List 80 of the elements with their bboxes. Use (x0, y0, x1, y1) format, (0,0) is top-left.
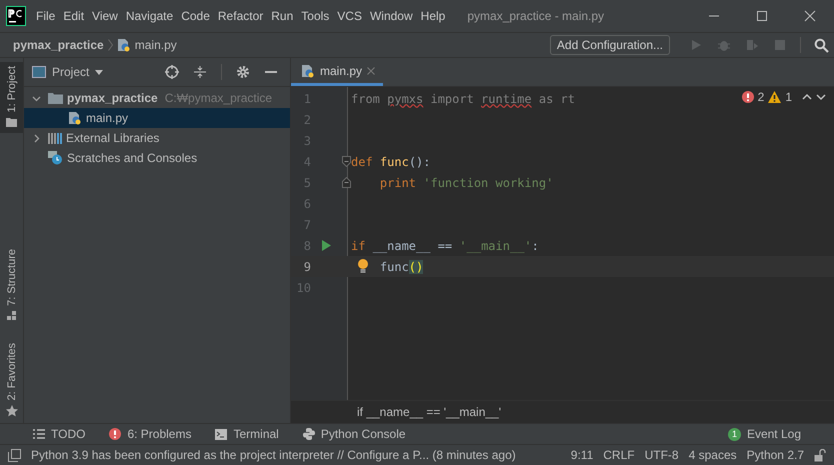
menu-item[interactable]: Code (181, 9, 210, 23)
fold-icon[interactable] (342, 156, 350, 167)
star-icon (6, 405, 18, 417)
breadcrumb-file[interactable]: main.py (134, 38, 177, 52)
fold-icon[interactable] (342, 177, 350, 188)
project-tool-tab[interactable]: 1: Project (0, 62, 23, 134)
line-number: 9 (302, 260, 311, 274)
event-log-button[interactable]: 1 Event Log (728, 427, 801, 441)
search-icon[interactable] (814, 38, 829, 52)
tool-window-button[interactable]: TODO (33, 427, 86, 441)
tree-toggle-icon[interactable] (32, 134, 41, 142)
status-item[interactable]: 9:11 (570, 448, 594, 462)
folder-icon (48, 92, 63, 104)
warning-count: 1 (785, 90, 792, 104)
code-line: if __name__ == '__main__': (351, 238, 539, 252)
tool-window-button[interactable]: Python Console (302, 427, 406, 441)
dropdown-caret-icon[interactable] (95, 70, 104, 74)
code-line: from pymxs import runtime as rt (351, 92, 575, 106)
menu-item[interactable]: Window (370, 9, 413, 23)
collapse-all-icon[interactable] (193, 65, 207, 79)
menu-item[interactable]: Run (271, 9, 294, 23)
maximize-icon[interactable] (756, 10, 768, 22)
python-file-icon (301, 64, 315, 78)
structure-tool-tab[interactable]: 7: Structure (0, 245, 23, 328)
favorites-tool-tab[interactable]: 2: Favorites (0, 338, 23, 423)
menu-item[interactable]: Help (420, 9, 446, 23)
code-line: func() (378, 260, 424, 274)
tool-window-button[interactable]: 6: Problems (109, 427, 192, 441)
chevron-right-icon (108, 39, 113, 51)
close-icon[interactable] (804, 10, 816, 22)
list-icon (33, 429, 45, 439)
folder-icon (6, 117, 17, 128)
lightbulb-icon[interactable] (357, 259, 369, 274)
python-icon (302, 428, 315, 440)
panel-icon (32, 66, 46, 78)
run-icon[interactable] (321, 240, 331, 251)
warning-icon (768, 91, 782, 103)
tree-item[interactable]: main.py (86, 111, 128, 125)
lock-icon[interactable] (814, 448, 826, 462)
app-logo-icon (6, 6, 26, 26)
menu-item[interactable]: Edit (63, 9, 84, 23)
terminal-icon (215, 428, 228, 440)
structure-icon (6, 311, 16, 322)
code-line: print 'function working' (378, 176, 554, 190)
error-icon (109, 428, 122, 440)
menu-item[interactable]: File (36, 9, 56, 23)
menu-item[interactable]: View (92, 9, 118, 23)
project-view-dropdown[interactable]: Project (52, 65, 90, 79)
status-item[interactable]: Python 2.7 (746, 448, 804, 462)
next-icon[interactable] (816, 93, 826, 101)
python-file-icon (68, 111, 82, 125)
window-title: pymax_practice - main.py (467, 9, 604, 23)
tab-label[interactable]: main.py (320, 64, 362, 78)
menu-item[interactable]: Refactor (218, 9, 264, 23)
status-item[interactable]: UTF-8 (644, 448, 679, 462)
tool-window-button[interactable]: Terminal (215, 427, 279, 441)
scratch-clock-icon (48, 151, 63, 165)
menu-item[interactable]: Tools (301, 9, 330, 23)
locate-icon[interactable] (165, 65, 179, 79)
menu-item[interactable]: Navigate (126, 9, 174, 23)
code-breadcrumb[interactable]: if __name__ == '__main__' (357, 405, 502, 419)
code-line: def func(): (351, 154, 430, 168)
project-path: C:₩pymax_practice (164, 91, 272, 105)
status-message[interactable]: Python 3.9 has been configured as the project interpreter // Configure a P... (8 minutes ago) (31, 448, 516, 462)
toggle-panels-icon[interactable] (8, 448, 21, 462)
error-count: 2 (758, 90, 764, 104)
previous-icon[interactable] (802, 93, 812, 101)
library-icon (48, 132, 62, 144)
project-folder-name[interactable]: pymax_practice (67, 91, 158, 105)
status-item[interactable]: 4 spaces (688, 448, 737, 462)
menu-item[interactable]: VCS (337, 9, 362, 23)
breadcrumb-project[interactable]: pymax_practice (13, 38, 104, 52)
add-configuration-button[interactable]: Add Configuration... (550, 35, 670, 55)
python-file-icon (116, 38, 131, 52)
tree-item[interactable]: External Libraries (66, 131, 160, 145)
tree-toggle-icon[interactable] (32, 94, 41, 102)
status-item[interactable]: CRLF (603, 448, 635, 462)
settings-icon[interactable] (236, 65, 250, 79)
error-icon (742, 91, 754, 103)
tree-item[interactable]: Scratches and Consoles (67, 151, 198, 165)
